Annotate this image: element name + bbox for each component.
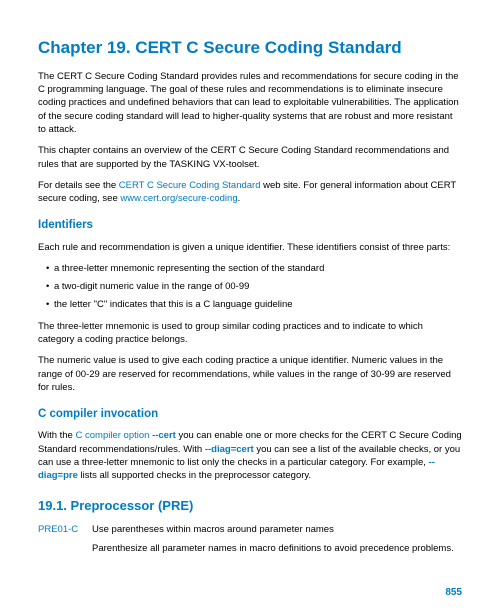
text: With the	[38, 430, 76, 441]
chapter-title: Chapter 19. CERT C Secure Coding Standar…	[38, 36, 462, 60]
rule-description: Parenthesize all parameter names in macr…	[92, 542, 462, 555]
list-item: a two-digit numeric value in the range o…	[46, 280, 462, 293]
cert-standard-link[interactable]: CERT C Secure Coding Standard	[119, 180, 261, 191]
text: lists all supported checks in the prepro…	[78, 470, 311, 481]
identifiers-list: a three-letter mnemonic representing the…	[38, 262, 462, 312]
identifiers-intro: Each rule and recommendation is given a …	[38, 241, 462, 254]
preprocessor-section-heading: 19.1. Preprocessor (PRE)	[38, 497, 462, 515]
text: .	[238, 193, 241, 204]
identifiers-p2: The three-letter mnemonic is used to gro…	[38, 320, 462, 347]
page-number: 855	[445, 586, 462, 600]
rule-title: Use parentheses within macros around par…	[92, 523, 462, 536]
diag-cert-option[interactable]: --diag=cert	[205, 444, 254, 455]
compiler-paragraph: With the C compiler option --cert you ca…	[38, 429, 462, 482]
intro-paragraph-3: For details see the CERT C Secure Coding…	[38, 179, 462, 206]
intro-paragraph-1: The CERT C Secure Coding Standard provid…	[38, 70, 462, 136]
cert-option[interactable]: --cert	[152, 430, 176, 441]
list-item: the letter "C" indicates that this is a …	[46, 298, 462, 311]
list-item: a three-letter mnemonic representing the…	[46, 262, 462, 275]
identifiers-p3: The numeric value is used to give each c…	[38, 354, 462, 394]
rule-id-link[interactable]: PRE01-C	[38, 523, 92, 536]
identifiers-heading: Identifiers	[38, 217, 462, 233]
rule-row: PRE01-C Use parentheses within macros ar…	[38, 523, 462, 536]
text: For details see the	[38, 180, 119, 191]
compiler-option-link[interactable]: C compiler option	[76, 430, 153, 441]
compiler-invocation-heading: C compiler invocation	[38, 406, 462, 422]
intro-paragraph-2: This chapter contains an overview of the…	[38, 144, 462, 171]
cert-url-link[interactable]: www.cert.org/secure-coding	[120, 193, 237, 204]
